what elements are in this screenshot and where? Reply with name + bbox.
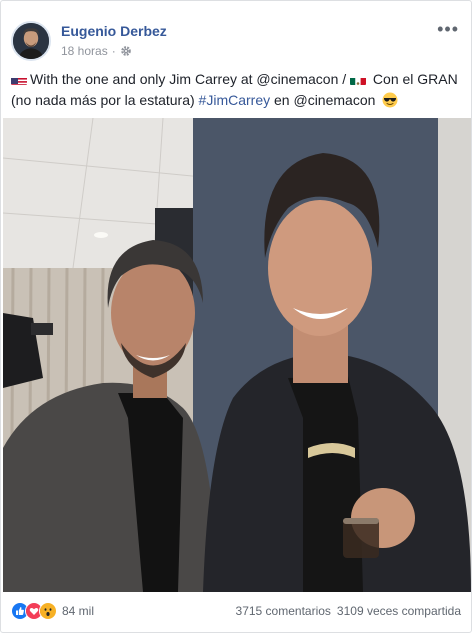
post-text-part1: With the one and only Jim Carrey at @cin… (30, 71, 351, 87)
post-footer: 84 mil 3715 comentarios 3109 veces compa… (11, 601, 461, 621)
comments-count-link[interactable]: 3715 comentarios (236, 604, 331, 618)
author-avatar[interactable] (11, 21, 51, 61)
wow-icon (39, 602, 57, 620)
shares-count-link[interactable]: 3109 veces compartida (337, 604, 461, 618)
post-time[interactable]: 18 horas (61, 44, 108, 58)
post-stats: 3715 comentarios 3109 veces compartida (236, 604, 461, 618)
us-flag-icon (11, 74, 27, 85)
facebook-post: Eugenio Derbez 18 horas · ••• With the o… (0, 0, 472, 633)
post-header: Eugenio Derbez 18 horas · ••• (11, 13, 461, 61)
post-text: With the one and only Jim Carrey at @cin… (11, 69, 461, 111)
reaction-count: 84 mil (62, 604, 95, 618)
post-text-part3: en @cinemacon (270, 92, 380, 108)
author-name[interactable]: Eugenio Derbez (61, 23, 167, 39)
reactions-summary[interactable]: 84 mil (11, 602, 94, 620)
meta-separator: · (111, 44, 116, 58)
sunglasses-emoji-icon (382, 92, 398, 108)
more-options-button[interactable]: ••• (437, 20, 459, 38)
hashtag-link[interactable]: #JimCarrey (199, 92, 271, 108)
mx-flag-icon (350, 74, 367, 85)
post-photo[interactable] (3, 118, 471, 592)
gear-icon[interactable] (120, 45, 132, 57)
post-meta: 18 horas · (61, 44, 132, 58)
